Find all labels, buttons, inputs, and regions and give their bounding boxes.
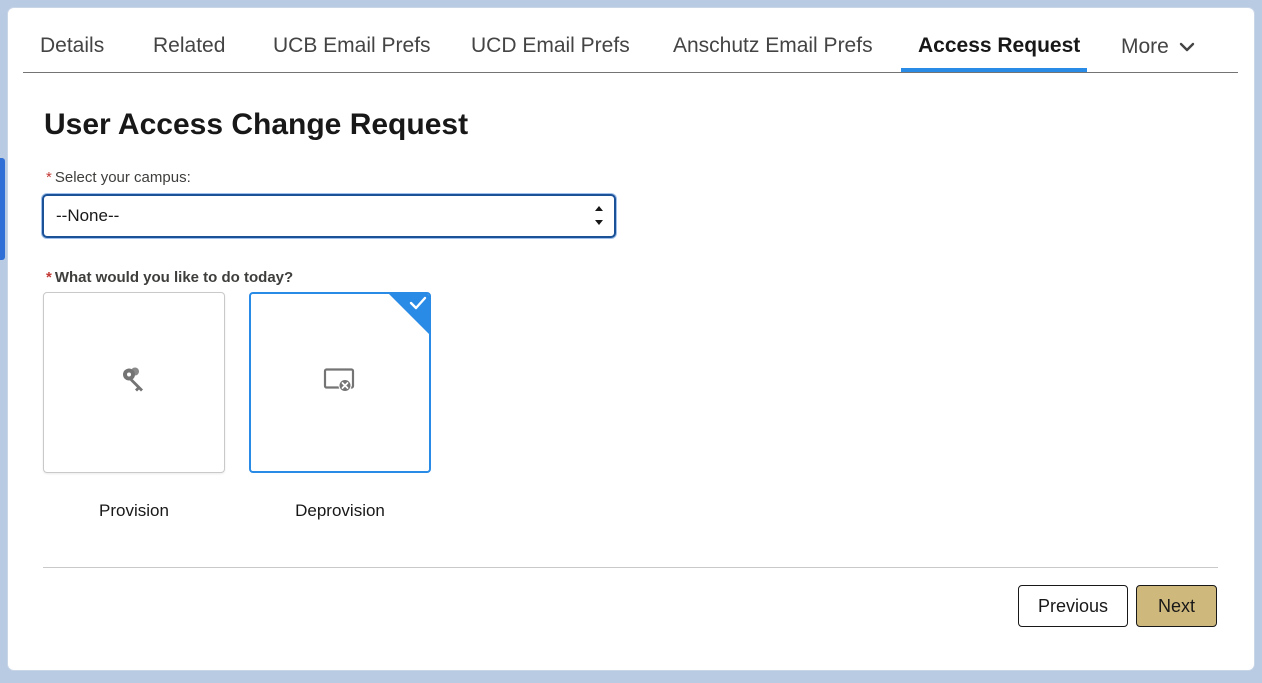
tab-related[interactable]: Related <box>153 34 225 58</box>
action-label-text: What would you like to do today? <box>54 269 294 286</box>
campus-label-text: Select your campus: <box>54 169 191 186</box>
select-arrows-icon <box>594 203 604 229</box>
provision-tile[interactable] <box>43 292 225 473</box>
deprovision-tile[interactable] <box>249 292 431 473</box>
page-title: User Access Change Request <box>44 108 469 141</box>
tab-details[interactable]: Details <box>40 34 104 58</box>
tab-more[interactable]: More <box>1121 35 1195 59</box>
campus-select[interactable]: --None-- <box>42 194 616 238</box>
action-field-label: * What would you like to do today? <box>46 269 293 286</box>
next-button[interactable]: Next <box>1136 585 1217 627</box>
required-mark: * <box>46 269 52 286</box>
left-edge-accent <box>0 158 5 260</box>
check-icon <box>409 295 427 316</box>
previous-button[interactable]: Previous <box>1018 585 1128 627</box>
screen-remove-icon <box>323 366 357 399</box>
deprovision-label: Deprovision <box>295 501 385 520</box>
provision-label: Provision <box>99 501 169 520</box>
campus-field-label: * Select your campus: <box>46 169 191 186</box>
campus-select-value: --None-- <box>56 206 120 225</box>
required-mark: * <box>46 169 52 186</box>
tab-ucb-email-prefs[interactable]: UCB Email Prefs <box>273 34 431 58</box>
chevron-down-icon <box>1179 42 1195 52</box>
footer-divider <box>43 567 1218 568</box>
more-label: More <box>1121 35 1169 58</box>
main-card: Details Related UCB Email Prefs UCD Emai… <box>8 8 1254 670</box>
tab-bar: Details Related UCB Email Prefs UCD Emai… <box>23 8 1238 73</box>
active-tab-indicator <box>901 68 1087 72</box>
tab-ucd-email-prefs[interactable]: UCD Email Prefs <box>471 34 630 58</box>
tab-anschutz-email-prefs[interactable]: Anschutz Email Prefs <box>673 34 873 58</box>
key-icon <box>119 365 149 400</box>
tab-access-request[interactable]: Access Request <box>918 34 1080 58</box>
